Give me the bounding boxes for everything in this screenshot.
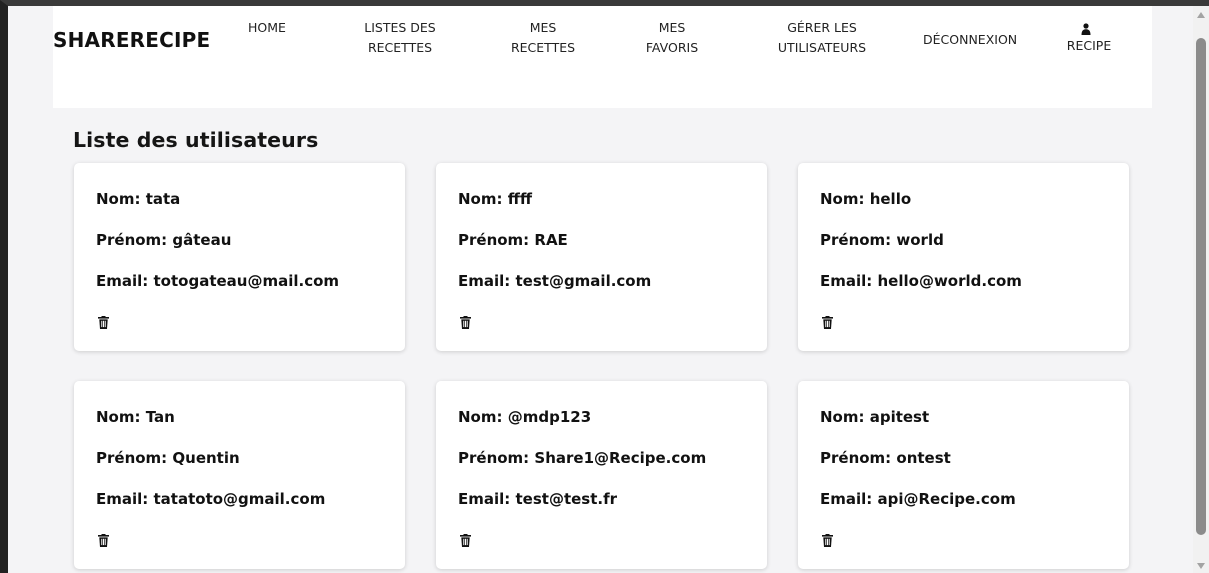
user-email: Email: hello@world.com — [820, 272, 1022, 290]
trash-icon[interactable] — [98, 534, 109, 547]
user-email: Email: test@gmail.com — [458, 272, 652, 290]
trash-icon[interactable] — [822, 534, 833, 547]
user-nom: Nom: ffff — [458, 190, 533, 208]
user-card: Nom: hello Prénom: world Email: hello@wo… — [798, 163, 1129, 351]
nav-gerer-les-utilisateurs[interactable]: GÉRER LES UTILISATEURS — [763, 18, 881, 58]
page-title: Liste des utilisateurs — [73, 127, 319, 152]
user-prenom: Prénom: ontest — [820, 449, 951, 467]
user-card: Nom: apitest Prénom: ontest Email: api@R… — [798, 381, 1129, 569]
trash-icon[interactable] — [460, 316, 471, 329]
user-prenom: Prénom: Share1@Recipe.com — [458, 449, 707, 467]
trash-icon[interactable] — [460, 534, 471, 547]
user-nom: Nom: tata — [96, 190, 181, 208]
scroll-down-arrow-icon[interactable] — [1197, 563, 1205, 569]
nav-user-profile[interactable]: RECIPE — [1063, 20, 1115, 53]
user-icon — [1056, 20, 1115, 36]
nav-listes-des-recettes[interactable]: LISTES DES RECETTES — [355, 18, 445, 58]
vertical-scrollbar[interactable] — [1193, 6, 1209, 573]
nav-mes-recettes[interactable]: MES RECETTES — [501, 18, 585, 58]
user-email: Email: test@test.fr — [458, 490, 618, 508]
user-card: Nom: Tan Prénom: Quentin Email: tatatoto… — [74, 381, 405, 569]
trash-icon[interactable] — [98, 316, 109, 329]
page-viewport: SHARERECIPE HOME LISTES DES RECETTES MES… — [8, 6, 1193, 573]
scroll-thumb[interactable] — [1196, 38, 1206, 535]
user-card: Nom: ffff Prénom: RAE Email: test@gmail.… — [436, 163, 767, 351]
user-email: Email: tatatoto@gmail.com — [96, 490, 326, 508]
user-nom: Nom: Tan — [96, 408, 175, 426]
user-prenom: Prénom: gâteau — [96, 231, 232, 249]
user-card: Nom: tata Prénom: gâteau Email: totogate… — [74, 163, 405, 351]
nav-home[interactable]: HOME — [248, 18, 286, 38]
user-prenom: Prénom: world — [820, 231, 944, 249]
user-email: Email: api@Recipe.com — [820, 490, 1016, 508]
user-email: Email: totogateau@mail.com — [96, 272, 340, 290]
nav-deconnexion[interactable]: DÉCONNEXION — [923, 30, 1017, 50]
user-prenom: Prénom: RAE — [458, 231, 568, 249]
user-nom: Nom: apitest — [820, 408, 930, 426]
scroll-up-arrow-icon[interactable] — [1197, 12, 1205, 18]
user-nom: Nom: hello — [820, 190, 912, 208]
user-nom: Nom: @mdp123 — [458, 408, 592, 426]
trash-icon[interactable] — [822, 316, 833, 329]
user-prenom: Prénom: Quentin — [96, 449, 240, 467]
user-label: RECIPE — [1066, 38, 1112, 53]
navbar: SHARERECIPE HOME LISTES DES RECETTES MES… — [53, 6, 1152, 108]
nav-mes-favoris[interactable]: MES FAVORIS — [638, 18, 706, 58]
user-card: Nom: @mdp123 Prénom: Share1@Recipe.com E… — [436, 381, 767, 569]
brand-logo[interactable]: SHARERECIPE — [53, 28, 210, 52]
